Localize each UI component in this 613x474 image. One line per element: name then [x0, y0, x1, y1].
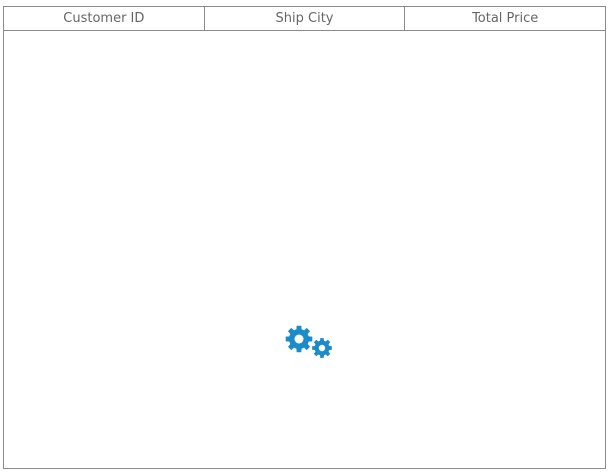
loading-spinner [282, 323, 332, 361]
grid-content [4, 31, 605, 468]
large-gear-icon-hole [294, 334, 304, 344]
small-gear-icon-hole [318, 344, 326, 352]
data-grid: Customer ID Ship City Total Price [3, 6, 606, 469]
column-header-customer-id[interactable]: Customer ID [4, 7, 204, 30]
small-gear-icon [312, 338, 332, 358]
large-gear-icon [285, 325, 313, 353]
grid-header-row: Customer ID Ship City Total Price [4, 7, 605, 31]
column-header-ship-city[interactable]: Ship City [203, 7, 405, 30]
gears-icon [285, 325, 332, 358]
column-header-total-price[interactable]: Total Price [404, 7, 605, 30]
